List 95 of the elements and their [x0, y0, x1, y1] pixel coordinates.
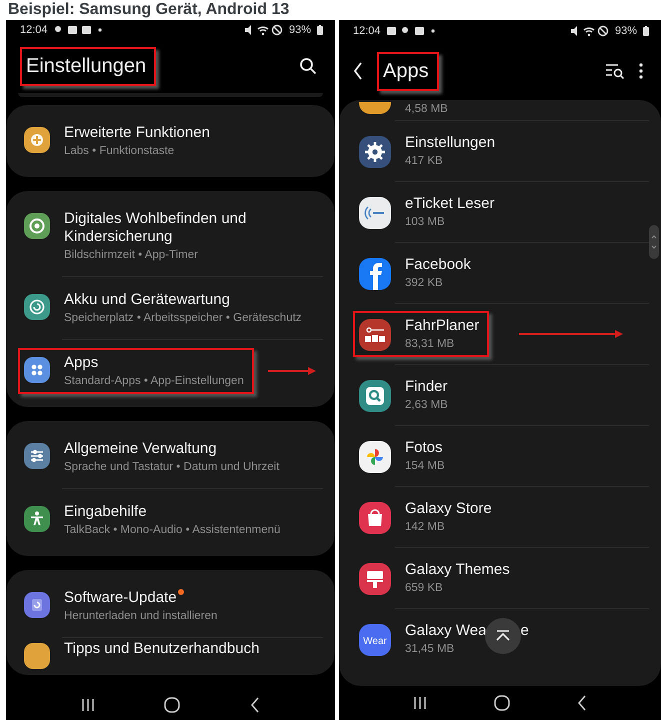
app-size: 2,63 MB: [405, 398, 448, 412]
search-icon[interactable]: [299, 57, 317, 76]
app-list-item[interactable]: Wear Galaxy Wea e 31,45 MB: [339, 609, 661, 669]
recent-apps-icon[interactable]: [80, 698, 95, 712]
settings-icon: [24, 592, 50, 618]
annotation-arrow: [268, 367, 316, 376]
battery-icon: [317, 24, 323, 35]
settings-icon: [24, 506, 50, 532]
settings-item[interactable]: Digitales Wohlbefinden und Kindersicherung Bildschirmzeit • App-Timer: [6, 196, 335, 276]
item-subtitle: Standard-Apps • App-Einstellungen: [64, 374, 244, 388]
app-name: Galaxy Wea: [405, 622, 486, 640]
status-icons: [242, 24, 283, 36]
app-icon: Wear: [359, 624, 391, 656]
app-icon: [359, 380, 391, 412]
app-icon: [359, 563, 391, 595]
app-size: 142 MB: [405, 520, 445, 534]
home-icon[interactable]: [164, 696, 180, 713]
app-icon: [359, 102, 391, 114]
settings-icon: [24, 357, 50, 384]
app-size: 417 KB: [405, 154, 443, 168]
item-title: Erweiterte Funktionen: [64, 124, 210, 142]
settings-icon: [24, 213, 50, 240]
item-title: Apps: [64, 354, 98, 372]
app-icon: [359, 502, 391, 534]
app-list-item[interactable]: FahrPlaner 83,31 MB: [339, 304, 661, 364]
battery-percent: 93%: [614, 25, 637, 37]
recent-apps-icon[interactable]: [412, 696, 427, 710]
app-name: FahrPlaner: [405, 317, 480, 335]
app-list-item[interactable]: Facebook 392 KB: [339, 243, 661, 303]
page-heading: Beispiel: Samsung Gerät, Android 13: [7, 0, 290, 20]
more-options-icon[interactable]: [639, 63, 643, 79]
item-title: Software-Update: [64, 589, 177, 608]
app-name: Einstellungen: [405, 134, 496, 152]
status-time: 12:04: [353, 25, 381, 37]
app-list-item[interactable]: Galaxy Themes 659 KB: [339, 548, 661, 608]
back-icon[interactable]: [250, 696, 260, 713]
page-title: Apps: [377, 52, 439, 90]
app-list-item[interactable]: Einstellungen 417 KB: [339, 121, 661, 181]
app-size: 83,31 MB: [405, 337, 454, 351]
filter-search-icon[interactable]: [605, 63, 625, 79]
item-title: Akku und Gerätewartung: [64, 291, 230, 310]
settings-icon: [24, 294, 50, 320]
app-size: 4,58 MB: [405, 102, 448, 116]
settings-item[interactable]: Erweiterte Funktionen Labs • Funktionstaste: [6, 110, 335, 172]
app-name: Finder: [405, 378, 448, 396]
status-icons: [568, 25, 609, 37]
app-icon: [359, 136, 391, 168]
item-subtitle: Sprache und Tastatur • Datum und Uhrzeit: [64, 460, 280, 474]
app-icon: [359, 441, 391, 473]
app-size: 659 KB: [405, 581, 443, 595]
scrollbar-thumb: [649, 225, 659, 259]
app-list-item[interactable]: Fotos 154 MB: [339, 426, 661, 486]
item-subtitle: Speicherplatz • Arbeitsspeicher • Geräteschutz: [64, 311, 302, 326]
settings-item[interactable]: Tipps und Benutzerhandbuch: [6, 638, 335, 670]
item-title: Allgemeine Verwaltung: [64, 440, 217, 458]
item-title: Tipps und Benutzerhandbuch: [64, 640, 260, 658]
app-list-item[interactable]: eTicket Leser 103 MB: [339, 182, 661, 242]
app-size: 154 MB: [405, 459, 445, 473]
app-name: Galaxy Themes: [405, 561, 510, 579]
page-title: Einstellungen: [20, 46, 156, 86]
item-subtitle: Herunterladen und installieren: [64, 609, 218, 624]
status-time: 12:04: [20, 24, 48, 36]
chevron-up-icon: [495, 630, 511, 642]
item-subtitle: Bildschirmzeit • App-Timer: [64, 248, 198, 262]
settings-icon: [24, 642, 50, 669]
app-size: 31,45 MB: [405, 642, 454, 656]
settings-icon: [24, 127, 50, 154]
app-list-item[interactable]: Finder 2,63 MB: [339, 365, 661, 425]
battery-icon: [643, 26, 649, 36]
app-size: 103 MB: [405, 215, 445, 229]
app-name: e: [520, 622, 529, 640]
settings-item[interactable]: Akku und Gerätewartung Speicherplatz • Arbeitsspeicher • Geräteschutz: [6, 277, 335, 340]
home-icon[interactable]: [494, 695, 510, 711]
app-icon: [359, 197, 391, 229]
app-icon: [359, 319, 391, 351]
settings-item[interactable]: Eingabehilfe TalkBack • Mono-Audio • Assistentenmenü: [6, 489, 335, 552]
back-icon[interactable]: [577, 695, 588, 711]
app-list-item[interactable]: 4,58 MB: [339, 100, 661, 120]
item-subtitle: TalkBack • Mono-Audio • Assistentenmenü: [64, 523, 280, 538]
scroll-to-top-button[interactable]: [485, 618, 521, 654]
app-name: eTicket Leser: [405, 195, 494, 213]
item-title: Eingabehilfe: [64, 503, 147, 522]
item-subtitle: Labs • Funktionstaste: [64, 144, 174, 158]
app-icon: [359, 258, 391, 290]
app-list-item[interactable]: Galaxy Store 142 MB: [339, 487, 661, 547]
item-title: Digitales Wohlbefinden und Kindersicherung: [64, 210, 248, 246]
battery-percent: 93%: [288, 24, 311, 36]
settings-item[interactable]: Apps Standard-Apps • App-Einstellungen: [6, 340, 335, 402]
settings-item[interactable]: Allgemeine Verwaltung Sprache und Tastatur • Datum und Uhrzeit: [6, 426, 335, 488]
settings-item[interactable]: Software-Update Herunterladen und installieren: [6, 575, 335, 638]
app-name: Facebook: [405, 256, 471, 274]
app-name: Galaxy Store: [405, 500, 492, 518]
settings-icon: [24, 443, 50, 470]
app-size: 392 KB: [405, 276, 443, 290]
app-name: Fotos: [405, 439, 443, 457]
